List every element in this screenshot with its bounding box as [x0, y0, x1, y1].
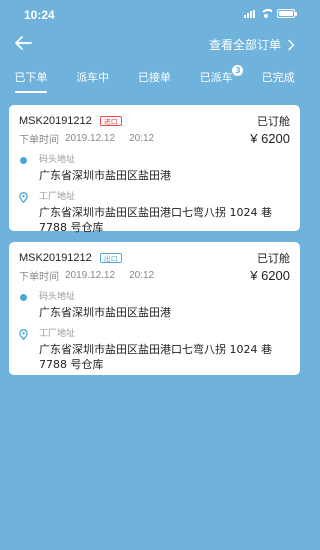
tab-ordered[interactable]: 已下单 — [0, 68, 62, 93]
order-card[interactable]: MSK20191212 进口 已订舱 下单时间 2019.12.12 20:12… — [9, 105, 300, 234]
factory-address: 广东省深圳市盐田区盐田港口七弯八拐 1024 巷 7788 号仓库 — [39, 206, 272, 234]
order-status: 已订舱 — [257, 252, 290, 265]
status-bar: 10:24 — [0, 0, 309, 28]
order-date: 2019.12.12 — [65, 269, 116, 281]
dock-dot-icon — [20, 294, 27, 301]
signal-icon — [244, 9, 255, 18]
tab-dispatched[interactable]: 已派车 3 — [185, 65, 247, 90]
order-time-label: 下单时间 — [19, 271, 59, 283]
view-all-orders-link[interactable]: 查看全部订单 — [209, 36, 295, 53]
status-time: 10:24 — [24, 8, 55, 22]
location-pin-icon — [19, 329, 28, 340]
dock-dot-icon — [20, 157, 27, 164]
order-status: 已订舱 — [257, 115, 290, 128]
dock-address-label: 码头地址 — [39, 292, 76, 302]
order-status-tabs: 已下单 派车中 已接单 已派车 3 已完成 — [0, 65, 309, 93]
factory-address: 广东省深圳市盐田区盐田港口七弯八拐 1024 巷 7788 号仓库 — [39, 343, 272, 371]
order-number: MSK20191212 — [19, 252, 92, 264]
view-all-orders-label: 查看全部订单 — [208, 38, 281, 52]
tab-completed[interactable]: 已完成 — [247, 68, 309, 90]
status-icons — [244, 9, 297, 18]
dock-address: 广东省深圳市盐田区盐田港 — [39, 169, 171, 182]
factory-address-block: 工厂地址 广东省深圳市盐田区盐田港口七弯八拐 1024 巷 7788 号仓库 — [19, 191, 290, 235]
dock-address: 广东省深圳市盐田区盐田港 — [39, 306, 171, 319]
tab-count-badge: 3 — [232, 65, 244, 76]
battery-icon — [277, 9, 297, 18]
order-number: MSK20191212 — [19, 115, 92, 127]
order-date: 2019.12.12 — [65, 132, 116, 144]
wifi-icon — [260, 9, 272, 18]
back-arrow-icon — [15, 36, 32, 50]
order-amount: ¥ 6200 — [250, 130, 290, 146]
chevron-right-icon — [288, 39, 295, 50]
nav-bar: 查看全部订单 — [0, 30, 309, 58]
factory-address-block: 工厂地址 广东省深圳市盐田区盐田港口七弯八拐 1024 巷 7788 号仓库 — [19, 328, 290, 372]
import-tag: 进口 — [99, 116, 122, 126]
location-pin-icon — [19, 192, 28, 203]
order-amount: ¥ 6200 — [250, 267, 290, 283]
order-card[interactable]: MSK20191212 出口 已订舱 下单时间 2019.12.12 20:12… — [9, 242, 300, 375]
order-time: 20:12 — [129, 132, 155, 144]
tab-accepted[interactable]: 已接单 — [124, 68, 186, 90]
back-button[interactable] — [12, 32, 34, 54]
dock-address-block: 码头地址 广东省深圳市盐田区盐田港 — [19, 291, 290, 320]
dock-address-block: 码头地址 广东省深圳市盐田区盐田港 — [19, 154, 290, 183]
factory-address-label: 工厂地址 — [39, 329, 76, 339]
export-tag: 出口 — [99, 253, 122, 263]
factory-address-label: 工厂地址 — [39, 192, 76, 202]
order-time: 20:12 — [129, 269, 155, 281]
tab-dispatching[interactable]: 派车中 — [62, 68, 124, 90]
order-time-label: 下单时间 — [19, 134, 59, 146]
dock-address-label: 码头地址 — [39, 155, 76, 165]
